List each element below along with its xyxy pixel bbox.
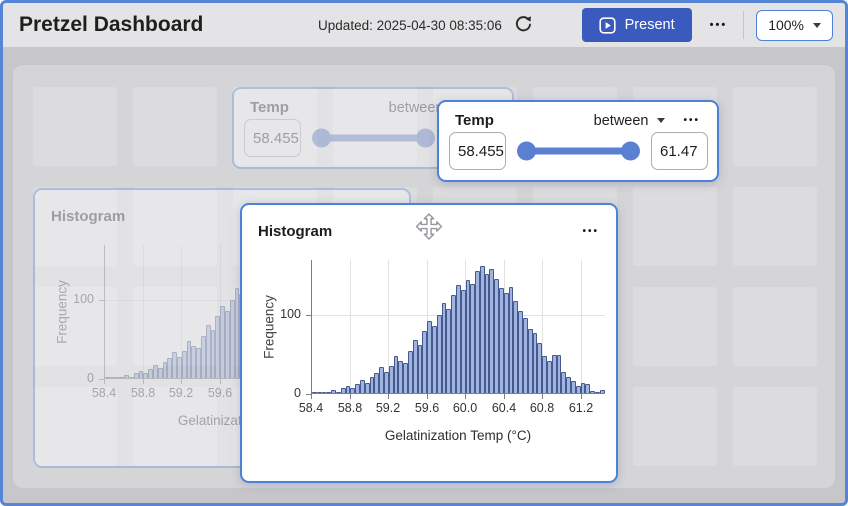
x-tick <box>465 394 466 399</box>
histogram-bar <box>480 266 485 394</box>
x-tick <box>542 394 543 399</box>
placeholder-tile <box>733 87 817 166</box>
slider-handle-min[interactable] <box>517 142 536 161</box>
slider-track <box>521 148 636 155</box>
x-tick-label: 59.2 <box>366 401 410 415</box>
placeholder-tile <box>33 87 117 166</box>
move-icon[interactable] <box>416 213 443 243</box>
histogram-bar <box>389 366 394 394</box>
placeholder-tile <box>133 287 217 366</box>
updated-label: Updated: 2025-04-30 08:35:06 <box>318 18 502 33</box>
histogram-bar <box>456 285 461 394</box>
app-window: Pretzel Dashboard Updated: 2025-04-30 08… <box>0 0 848 506</box>
y-tick-label: 0 <box>259 386 301 400</box>
temp-card-title: Temp <box>455 112 594 129</box>
updated-status: Updated: 2025-04-30 08:35:06 <box>318 13 534 38</box>
placeholder-tile <box>133 87 217 166</box>
placeholder-tile <box>333 87 417 166</box>
zoom-select[interactable]: 100% <box>756 10 833 41</box>
placeholder-tile <box>33 187 117 266</box>
present-play-icon <box>599 17 616 34</box>
histogram-card-header: Histogram ••• <box>242 205 616 245</box>
histogram-bar <box>432 326 437 394</box>
placeholder-tile <box>733 287 817 366</box>
refresh-button[interactable] <box>512 13 534 38</box>
present-label: Present <box>625 17 675 33</box>
histogram-bar <box>552 355 557 394</box>
x-tick-label: 58.4 <box>289 401 333 415</box>
placeholder-tile <box>733 387 817 466</box>
dashboard-canvas: Temp between ••• Histogram <box>3 47 845 503</box>
histogram-card-title: Histogram <box>258 223 564 240</box>
header-actions: Present ••• 100% <box>534 8 833 42</box>
y-tick-label: 100 <box>259 307 301 321</box>
x-tick <box>311 394 312 399</box>
present-button[interactable]: Present <box>582 8 692 42</box>
y-axis-label: Frequency <box>262 295 277 359</box>
slider-handle-max[interactable] <box>621 142 640 161</box>
temp-filter-card: Temp between ••• <box>437 100 719 182</box>
header: Pretzel Dashboard Updated: 2025-04-30 08… <box>3 3 845 47</box>
header-divider <box>743 11 744 39</box>
x-tick <box>350 394 351 399</box>
x-tick <box>581 394 582 399</box>
x-tick-label: 60.8 <box>520 401 564 415</box>
placeholder-tile <box>233 87 317 166</box>
plot-area: 58.458.859.259.660.060.460.861.20100 <box>311 260 605 394</box>
placeholder-tile <box>133 387 217 466</box>
histogram-bar <box>437 315 442 394</box>
histogram-more-options-icon[interactable]: ••• <box>580 222 601 241</box>
x-tick-label: 61.2 <box>559 401 603 415</box>
temp-card-controls <box>439 130 717 170</box>
x-tick <box>504 394 505 399</box>
histogram-bar <box>461 290 466 394</box>
operator-dropdown[interactable]: between <box>594 113 666 129</box>
chevron-down-icon <box>657 118 665 123</box>
placeholder-tile <box>633 287 717 366</box>
temp-more-options-icon[interactable]: ••• <box>681 111 702 130</box>
chevron-down-icon <box>813 23 821 28</box>
page-title: Pretzel Dashboard <box>19 13 318 37</box>
header-more-options-icon[interactable]: ••• <box>706 13 732 37</box>
operator-value: between <box>594 113 649 129</box>
range-slider[interactable] <box>519 132 638 170</box>
x-tick-label: 60.0 <box>443 401 487 415</box>
histogram-bar <box>528 329 533 394</box>
x-tick <box>427 394 428 399</box>
histogram-bar <box>504 293 509 394</box>
y-tick <box>306 394 311 395</box>
bars-layer <box>312 260 605 394</box>
histogram-bar <box>413 340 418 394</box>
refresh-icon <box>514 15 532 36</box>
placeholder-tile <box>133 187 217 266</box>
placeholder-tile <box>733 187 817 266</box>
zoom-value: 100% <box>768 17 804 33</box>
placeholder-tile <box>633 187 717 266</box>
temp-card-header: Temp between ••• <box>439 102 717 130</box>
x-axis-line <box>311 393 605 394</box>
y-axis-line <box>311 260 312 394</box>
x-tick <box>388 394 389 399</box>
min-value-input[interactable] <box>449 132 506 170</box>
histogram-chart: Frequency 58.458.859.259.660.060.460.861… <box>242 245 616 483</box>
y-tick <box>306 315 311 316</box>
x-axis-label: Gelatinization Temp (°C) <box>385 428 531 443</box>
max-value-input[interactable] <box>651 132 708 170</box>
placeholder-tile <box>633 387 717 466</box>
placeholder-tile <box>33 387 117 466</box>
placeholder-tile <box>33 287 117 366</box>
histogram-card: Histogram ••• Frequency 58.458.859.259.6… <box>240 203 618 483</box>
